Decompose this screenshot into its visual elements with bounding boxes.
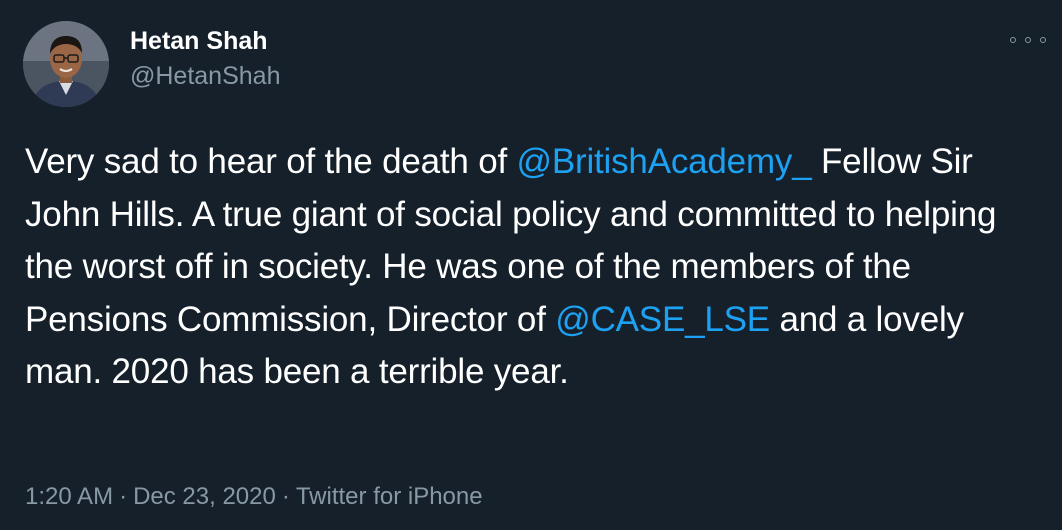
mention-link-british-academy[interactable]: @BritishAcademy_ [517, 142, 812, 181]
more-horizontal-icon [1010, 37, 1016, 43]
tweet-meta: 1:20 AM · Dec 23, 2020 · Twitter for iPhone [25, 482, 483, 512]
meta-separator: · [281, 483, 290, 510]
avatar-image [23, 21, 109, 107]
avatar[interactable] [23, 21, 109, 107]
author-display-name[interactable]: Hetan Shah [130, 26, 268, 56]
more-options-button[interactable] [1010, 30, 1046, 50]
tweet-text: Very sad to hear of the death of @Britis… [25, 136, 1035, 399]
meta-separator: · [119, 483, 128, 510]
more-horizontal-icon-dot [1040, 37, 1046, 43]
tweet-text-segment: Very sad to hear of the death of [25, 142, 517, 181]
mention-link-case-lse[interactable]: @CASE_LSE [555, 300, 770, 339]
more-horizontal-icon-dot [1025, 37, 1031, 43]
tweet-source[interactable]: Twitter for iPhone [296, 483, 483, 510]
tweet-card: Hetan Shah @HetanShah Very sad to hear o… [0, 0, 1062, 530]
tweet-time[interactable]: 1:20 AM [25, 483, 113, 510]
tweet-date[interactable]: Dec 23, 2020 [133, 483, 276, 510]
author-handle[interactable]: @HetanShah [130, 61, 280, 91]
